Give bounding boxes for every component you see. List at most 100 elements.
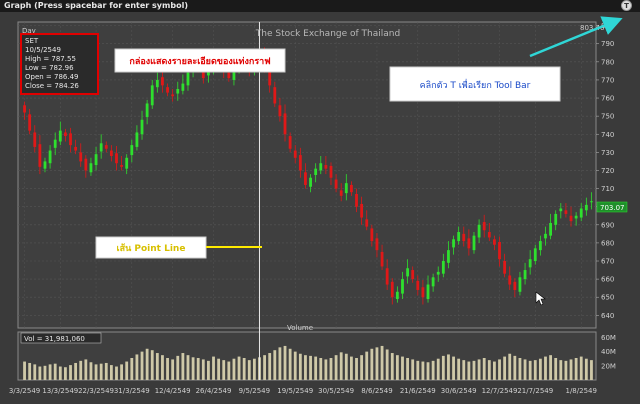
volume-tick-label: 20M bbox=[601, 362, 616, 370]
volume-bar bbox=[135, 354, 139, 380]
candle-body bbox=[298, 155, 302, 171]
price-tick-label: 780 bbox=[601, 58, 614, 66]
volume-bar bbox=[43, 365, 47, 380]
volume-bar bbox=[273, 350, 277, 380]
volume-bar bbox=[237, 356, 241, 380]
candle-body bbox=[421, 287, 425, 298]
date-tick-label: 12/7/2549 bbox=[482, 387, 518, 395]
candle-body bbox=[283, 113, 287, 135]
volume-bar bbox=[482, 358, 486, 380]
volume-bar bbox=[344, 353, 348, 380]
date-tick-label: 13/3/2549 bbox=[42, 387, 78, 395]
volume-bar bbox=[252, 358, 256, 380]
volume-bar bbox=[477, 359, 481, 380]
candle-body bbox=[84, 158, 88, 171]
candle-body bbox=[140, 119, 144, 135]
volume-bar bbox=[201, 359, 205, 380]
volume-bar bbox=[319, 358, 323, 380]
volume-bar bbox=[411, 359, 415, 380]
volume-bar bbox=[115, 366, 118, 380]
candle-body bbox=[503, 261, 507, 274]
price-tick-label: 650 bbox=[601, 294, 614, 302]
volume-bar bbox=[452, 356, 455, 380]
candle-body bbox=[58, 130, 62, 142]
volume-bar bbox=[58, 366, 62, 380]
volume-bar bbox=[339, 352, 343, 380]
volume-bar bbox=[38, 366, 42, 380]
volume-bar bbox=[385, 349, 389, 380]
volume-bar bbox=[441, 355, 445, 380]
candle-body bbox=[166, 87, 169, 93]
candle-body bbox=[135, 132, 139, 147]
volume-bar bbox=[324, 359, 328, 380]
volume-bar bbox=[283, 345, 287, 380]
candle-body bbox=[278, 105, 282, 117]
toolbar-callout: คลิกตัว T เพื่อเรียก Tool Bar bbox=[389, 66, 561, 102]
volume-bar bbox=[401, 356, 404, 380]
bar-info-box: SET 10/5/2549 High = 787.55 Low = 782.96… bbox=[20, 33, 99, 95]
candle-body bbox=[401, 279, 404, 294]
date-tick-label: 22/3/2549 bbox=[78, 387, 114, 395]
volume-bar bbox=[53, 363, 57, 380]
volume-bar bbox=[590, 360, 593, 380]
candle-body bbox=[467, 238, 471, 249]
date-tick-label: 9/5/2549 bbox=[239, 387, 270, 395]
candle-body bbox=[334, 179, 338, 189]
volume-bar bbox=[355, 358, 358, 380]
volume-bar bbox=[421, 361, 425, 380]
date-tick-label: 8/6/2549 bbox=[361, 387, 392, 395]
date-tick-label: 30/5/2549 bbox=[318, 387, 354, 395]
volume-bar bbox=[508, 353, 512, 380]
candle-body bbox=[89, 163, 93, 173]
price-tick-label: 690 bbox=[601, 221, 614, 229]
info-close: Close = 784.26 bbox=[25, 82, 79, 90]
window-title: Graph (Press spacebar for enter symbol) bbox=[4, 1, 188, 10]
volume-bar bbox=[247, 360, 251, 380]
candle-body bbox=[457, 232, 461, 242]
volume-bar bbox=[217, 358, 221, 380]
volume-bar bbox=[196, 358, 200, 380]
volume-bar bbox=[191, 357, 195, 380]
candle-body bbox=[569, 215, 573, 222]
volume-bar bbox=[155, 353, 159, 380]
volume-bar bbox=[288, 348, 292, 380]
volume-bar bbox=[370, 348, 374, 380]
volume-bar bbox=[559, 360, 563, 380]
candle-body bbox=[416, 280, 420, 290]
candle-body bbox=[385, 268, 389, 285]
candle-body bbox=[584, 204, 588, 211]
candle-body bbox=[28, 114, 32, 131]
volume-bar bbox=[309, 355, 312, 380]
volume-bar bbox=[48, 364, 52, 380]
candle-body bbox=[130, 145, 134, 156]
candle-body bbox=[79, 152, 83, 162]
candle-body bbox=[64, 132, 67, 137]
stock-chart[interactable]: 6406506606706806907007107207307407507607… bbox=[0, 12, 640, 404]
price-tick-label: 730 bbox=[601, 149, 614, 157]
candle-body bbox=[436, 271, 440, 275]
volume-bar bbox=[212, 356, 215, 380]
volume-tick-label: 40M bbox=[601, 348, 616, 356]
candle-body bbox=[477, 224, 481, 238]
volume-bar bbox=[564, 360, 568, 380]
volume-bar bbox=[538, 358, 542, 380]
info-box-callout-text: กล่องแสดงรายละเอียดของแท่งกราฟ bbox=[129, 56, 270, 67]
candle-body bbox=[288, 136, 292, 149]
date-tick-label: 21/7/2549 bbox=[517, 387, 553, 395]
date-tick-label: 3/3/2549 bbox=[9, 387, 40, 395]
price-tick-label: 770 bbox=[601, 76, 614, 84]
toolbar-toggle-button[interactable]: T bbox=[621, 0, 632, 11]
candle-body bbox=[538, 241, 542, 251]
volume-bar bbox=[268, 353, 272, 380]
price-tick-label: 760 bbox=[601, 95, 614, 103]
candle-body bbox=[493, 239, 496, 245]
candle-body bbox=[523, 270, 527, 280]
volume-bar bbox=[171, 359, 175, 380]
candle-body bbox=[564, 210, 568, 214]
candle-body bbox=[319, 163, 323, 171]
price-axis: 6406506606706806907007107207307407507607… bbox=[596, 22, 614, 320]
candle-body bbox=[350, 184, 353, 193]
candle-body bbox=[406, 268, 409, 277]
candle-body bbox=[304, 172, 307, 185]
volume-bar bbox=[390, 353, 394, 380]
